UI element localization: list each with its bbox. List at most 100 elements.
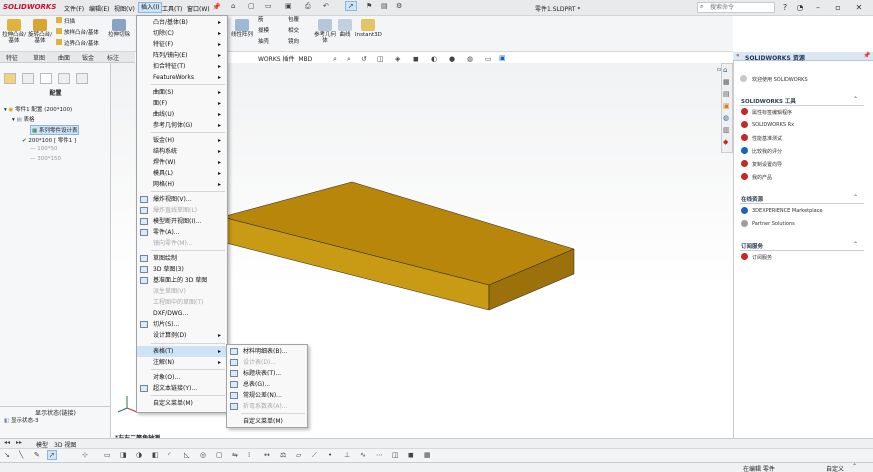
menu-item-model-break-view[interactable]: 模型断开视图(I)... bbox=[137, 216, 227, 227]
revolve-boss-button[interactable]: 旋转凸台/基体 bbox=[28, 19, 52, 44]
submenu-item-general-table[interactable]: 总表(G)... bbox=[227, 379, 307, 390]
display-style-icon[interactable]: ◼ bbox=[413, 55, 419, 63]
user-icon[interactable]: ◔ bbox=[794, 2, 806, 13]
display-icon[interactable]: ◼ bbox=[408, 451, 414, 459]
restore-button[interactable]: ▫ bbox=[832, 2, 844, 13]
curve-icon[interactable]: ∿ bbox=[360, 451, 366, 459]
submenu-item-general-tolerance[interactable]: 常规公差(N)... bbox=[227, 390, 307, 401]
instant3d-button[interactable]: Instant3D bbox=[355, 19, 382, 38]
sweep-button[interactable]: 扫描 bbox=[56, 17, 106, 25]
dimxpert-tab[interactable] bbox=[58, 73, 70, 84]
menu-item-slice[interactable]: 切片(S)... bbox=[137, 319, 227, 330]
menu-item-customize-menu[interactable]: 自定义菜单(M) bbox=[137, 398, 227, 409]
point-icon[interactable]: • bbox=[328, 451, 332, 459]
pattern-icon[interactable]: ⁞ bbox=[248, 451, 250, 459]
welcome-link[interactable]: 欢迎使用 SOLIDWORKS bbox=[752, 76, 808, 83]
community-collapse-icon[interactable]: ⌃ bbox=[853, 194, 858, 201]
file-explorer-tab-icon[interactable]: ▤ bbox=[723, 90, 730, 98]
chamfer-icon[interactable]: ◺ bbox=[184, 451, 189, 459]
extrude-cut-button[interactable]: 拉伸切除 bbox=[108, 19, 130, 38]
scene-icon[interactable]: ◍ bbox=[467, 55, 473, 63]
shell-icon[interactable]: ▢ bbox=[216, 451, 223, 459]
new-document-icon[interactable]: ▢ bbox=[248, 2, 255, 10]
menu-item-reference-geometry[interactable]: 参考几何体(G) ▸ bbox=[137, 120, 227, 131]
menu-item-3d-sketch[interactable]: 3D 草图(3) bbox=[137, 264, 227, 275]
minimize-button[interactable]: – bbox=[812, 2, 824, 13]
wrap-button[interactable]: 包覆 bbox=[288, 17, 312, 23]
mirror-icon[interactable]: ⇋ bbox=[232, 451, 238, 459]
feature-manager-tab[interactable] bbox=[4, 73, 16, 84]
menu-item-cut[interactable]: 切除(C) ▸ bbox=[137, 28, 227, 39]
select-tool-icon[interactable]: ➚ bbox=[47, 450, 57, 460]
boundary-boss-button[interactable]: 边界凸台/基体 bbox=[56, 39, 108, 47]
options-gear-icon[interactable]: ⚙ bbox=[396, 2, 402, 10]
community-link-marketplace[interactable]: 3DEXPERIENCE Marketplace bbox=[752, 208, 823, 214]
display-state-item[interactable]: ◧ 显示状态-3 bbox=[4, 416, 38, 424]
tree-config-100x50[interactable]: — 100*50 bbox=[30, 146, 58, 152]
tab-scroll-left-icon[interactable]: ◂◂ bbox=[4, 439, 10, 446]
pin-task-pane-icon[interactable]: 📌 bbox=[863, 52, 870, 59]
line-icon[interactable]: ╲ bbox=[19, 451, 23, 459]
tab-scroll-right-icon[interactable]: ▸▸ bbox=[16, 439, 22, 446]
menu-item-part[interactable]: 零件(A)... bbox=[137, 227, 227, 238]
extrude-icon[interactable]: ◨ bbox=[120, 451, 127, 459]
tab-markup[interactable]: 标注 bbox=[107, 53, 119, 62]
curves-button[interactable]: 曲线 bbox=[337, 19, 353, 38]
solidworks-forum-tab-icon[interactable]: ◆ bbox=[723, 138, 728, 146]
realview-icon[interactable]: ▣ bbox=[499, 54, 506, 62]
previous-view-icon[interactable]: ↺ bbox=[361, 55, 367, 63]
mirror-button[interactable]: 镜向 bbox=[288, 39, 312, 45]
appearance-icon[interactable]: ● bbox=[449, 55, 455, 63]
tab-mbd[interactable]: WORKS 插件 MBD bbox=[258, 54, 312, 63]
select-icon[interactable]: ➚ bbox=[345, 1, 357, 11]
menu-edit[interactable]: 编辑(E) bbox=[89, 4, 109, 13]
search-input[interactable]: 搜索命令 bbox=[697, 2, 775, 13]
menu-item-sketch[interactable]: 草图绘制 bbox=[137, 253, 227, 264]
tool-link-my-products[interactable]: 我的产品 bbox=[752, 174, 772, 181]
menu-item-hyperlink[interactable]: 超文本链接(Y)... bbox=[137, 383, 227, 394]
menu-item-pattern-mirror[interactable]: 阵列/镜向(E) ▸ bbox=[137, 50, 227, 61]
submenu-item-customize-menu[interactable]: 自定义菜单(M) bbox=[227, 416, 307, 427]
submenu-item-title-block-table[interactable]: 标题块表(T)... bbox=[227, 368, 307, 379]
undo-icon[interactable]: ↶ bbox=[323, 2, 329, 10]
cut-icon[interactable]: ◧ bbox=[152, 451, 159, 459]
menu-insert[interactable]: 插入(I) bbox=[138, 2, 163, 13]
tool-link-property-tab-builder[interactable]: 属性标签编辑程序 bbox=[752, 109, 792, 116]
status-units[interactable]: 自定义 bbox=[826, 464, 844, 472]
file-properties-icon[interactable]: ▤ bbox=[381, 2, 388, 10]
fillet-icon[interactable]: ◜ bbox=[168, 451, 171, 459]
appearances-tab-icon[interactable]: ◍ bbox=[723, 114, 729, 122]
sketch-icon[interactable]: ⊹ bbox=[82, 451, 88, 459]
menu-window[interactable]: 窗口(W) bbox=[187, 4, 210, 13]
menu-item-features[interactable]: 特征(F) ▸ bbox=[137, 39, 227, 50]
mass-properties-icon[interactable]: ⚖ bbox=[280, 451, 286, 459]
revolve-icon[interactable]: ◑ bbox=[136, 451, 142, 459]
zoom-area-icon[interactable]: ⌕ bbox=[347, 55, 351, 64]
tools-collapse-icon[interactable]: ⌃ bbox=[853, 96, 858, 103]
subscription-link[interactable]: 订阅服务 bbox=[752, 254, 772, 261]
menu-item-structure-system[interactable]: 结构系统 ▸ bbox=[137, 146, 227, 157]
menu-item-molds[interactable]: 模具(L) ▸ bbox=[137, 168, 227, 179]
view-orientation-icon[interactable]: ◈ bbox=[395, 55, 400, 63]
draft-button[interactable]: 拔模 bbox=[258, 28, 282, 34]
rebuild-icon[interactable]: ⚑ bbox=[366, 2, 372, 10]
section-icon[interactable]: ◫ bbox=[392, 451, 399, 459]
view-settings-icon[interactable]: ▭ bbox=[485, 55, 492, 63]
submenu-item-bill-of-materials[interactable]: 材料明细表(B)... bbox=[227, 346, 307, 357]
menu-item-design-study[interactable]: 设计算例(D) ▸ bbox=[137, 330, 227, 341]
custom-properties-tab-icon[interactable]: ▥ bbox=[723, 126, 730, 134]
menu-item-3d-sketch-on-plane[interactable]: 基准面上的 3D 草图 bbox=[137, 275, 227, 286]
tab-sheet-metal[interactable]: 钣金 bbox=[82, 53, 94, 62]
coordinate-system-icon[interactable]: ⊥ bbox=[344, 451, 350, 459]
tree-design-table[interactable]: ▦ 系列零件设计表 bbox=[30, 125, 80, 135]
view-palette-tab-icon[interactable]: ▣ bbox=[723, 102, 730, 110]
reference-geometry-button[interactable]: 参考几何体 bbox=[314, 19, 336, 44]
shell-button[interactable]: 抽壳 bbox=[258, 39, 282, 45]
tree-config-300x150[interactable]: — 300*150 bbox=[30, 156, 61, 162]
rectangle-icon[interactable]: ▭ bbox=[104, 451, 111, 459]
menu-item-annotations[interactable]: 注解(N) ▸ bbox=[137, 357, 227, 368]
menu-item-sheet-metal[interactable]: 钣金(H) ▸ bbox=[137, 135, 227, 146]
hole-icon[interactable]: ◎ bbox=[200, 451, 206, 459]
community-link-partner-solutions[interactable]: Partner Solutions bbox=[752, 221, 795, 227]
menu-item-object[interactable]: 对象(O)... bbox=[137, 372, 227, 383]
